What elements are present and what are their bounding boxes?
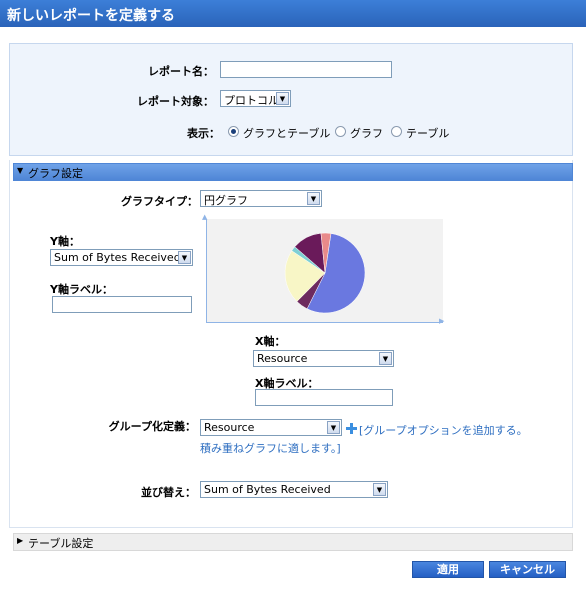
x-axis-arrow-icon: ▶ [439, 317, 445, 325]
chevron-down-icon: ▼ [373, 483, 386, 496]
group-by-select[interactable]: Resource ▼ [200, 419, 342, 436]
add-group-option-link[interactable]: [グループオプションを追加する。 [359, 422, 528, 438]
x-axis-label: X軸： [255, 335, 286, 348]
group-by-label: グループ化定義： [108, 420, 196, 433]
cancel-button[interactable]: キャンセル [489, 561, 566, 578]
triangle-down-icon: ▼ [17, 166, 24, 175]
table-settings-title: テーブル設定 [28, 537, 94, 550]
y-axis-select[interactable]: Sum of Bytes Received ▼ [50, 249, 193, 266]
chart-preview [206, 219, 443, 323]
add-icon[interactable] [346, 423, 357, 434]
report-name-input[interactable] [220, 61, 392, 78]
chevron-down-icon: ▼ [178, 251, 191, 264]
x-axis-value: Resource [257, 352, 308, 365]
display-option-graph-and-table: グラフとテーブル [243, 127, 331, 140]
y-axis-label-label: Y軸ラベル： [50, 283, 113, 296]
graph-type-label: グラフタイプ： [121, 195, 198, 208]
group-by-value: Resource [204, 421, 255, 434]
display-option-graph: グラフ [350, 127, 383, 140]
x-axis-label-input[interactable] [255, 389, 393, 406]
report-name-label: レポート名： [148, 65, 214, 78]
chevron-down-icon: ▼ [379, 352, 392, 365]
display-radio-graph[interactable] [335, 126, 346, 137]
y-axis-value: Sum of Bytes Received [54, 251, 181, 264]
sort-value: Sum of Bytes Received [204, 483, 331, 496]
graph-settings-title: グラフ設定 [28, 167, 83, 180]
report-target-select[interactable]: プロトコル ▼ [220, 90, 291, 107]
display-radio-table[interactable] [391, 126, 402, 137]
table-settings-header[interactable]: ▶ テーブル設定 [13, 533, 573, 551]
y-axis-label: Y軸： [50, 235, 80, 248]
chevron-down-icon: ▼ [327, 421, 340, 434]
pie-chart [284, 232, 366, 314]
sort-label: 並び替え： [141, 486, 196, 499]
chevron-down-icon: ▼ [307, 192, 320, 205]
y-axis-label-input[interactable] [52, 296, 192, 313]
display-option-table: テーブル [406, 127, 450, 140]
report-target-label: レポート対象： [137, 95, 214, 108]
triangle-right-icon: ▶ [17, 536, 24, 545]
chevron-down-icon: ▼ [276, 92, 289, 105]
sort-select[interactable]: Sum of Bytes Received ▼ [200, 481, 388, 498]
add-group-option-link-cont[interactable]: 積み重ねグラフに適します。] [200, 440, 341, 456]
graph-settings-header[interactable]: ▼ グラフ設定 [13, 163, 573, 181]
page-title: 新しいレポートを定義する [0, 0, 586, 27]
graph-type-select[interactable]: 円グラフ ▼ [200, 190, 322, 207]
x-axis-select[interactable]: Resource ▼ [253, 350, 394, 367]
apply-button[interactable]: 適用 [412, 561, 484, 578]
display-label: 表示： [187, 127, 220, 140]
graph-type-value: 円グラフ [204, 194, 248, 207]
graph-settings-panel [9, 160, 573, 528]
report-target-value: プロトコル [224, 94, 279, 107]
display-radio-graph-and-table[interactable] [228, 126, 239, 137]
y-axis-arrow-icon: ▲ [202, 213, 208, 221]
